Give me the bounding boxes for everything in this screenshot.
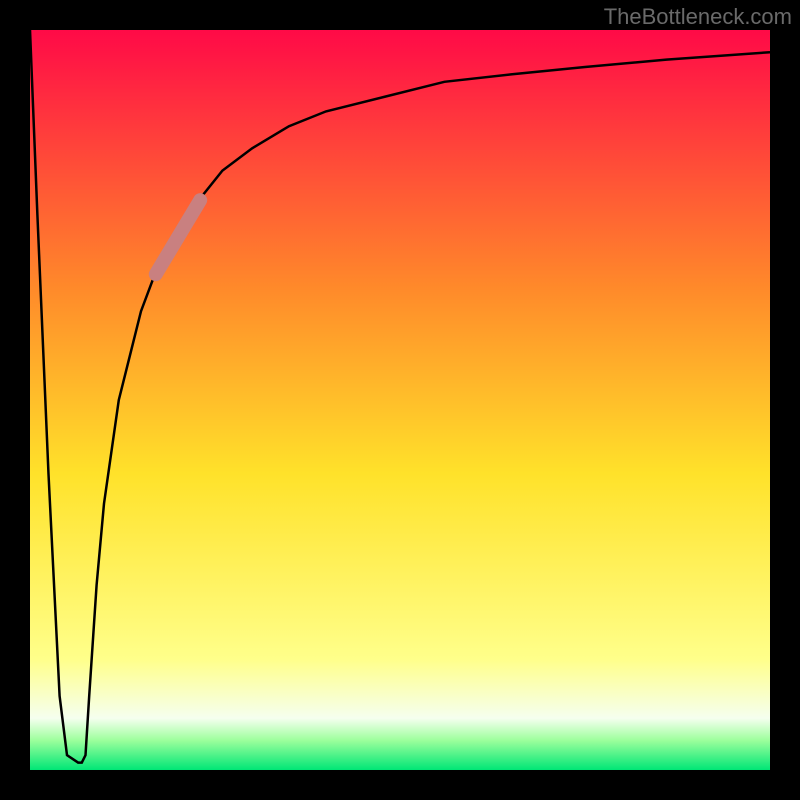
attribution-text: TheBottleneck.com — [604, 4, 792, 30]
gradient-background — [30, 30, 770, 770]
chart-container: TheBottleneck.com — [0, 0, 800, 800]
chart-svg — [30, 30, 770, 770]
chart-plot-area — [30, 30, 770, 770]
